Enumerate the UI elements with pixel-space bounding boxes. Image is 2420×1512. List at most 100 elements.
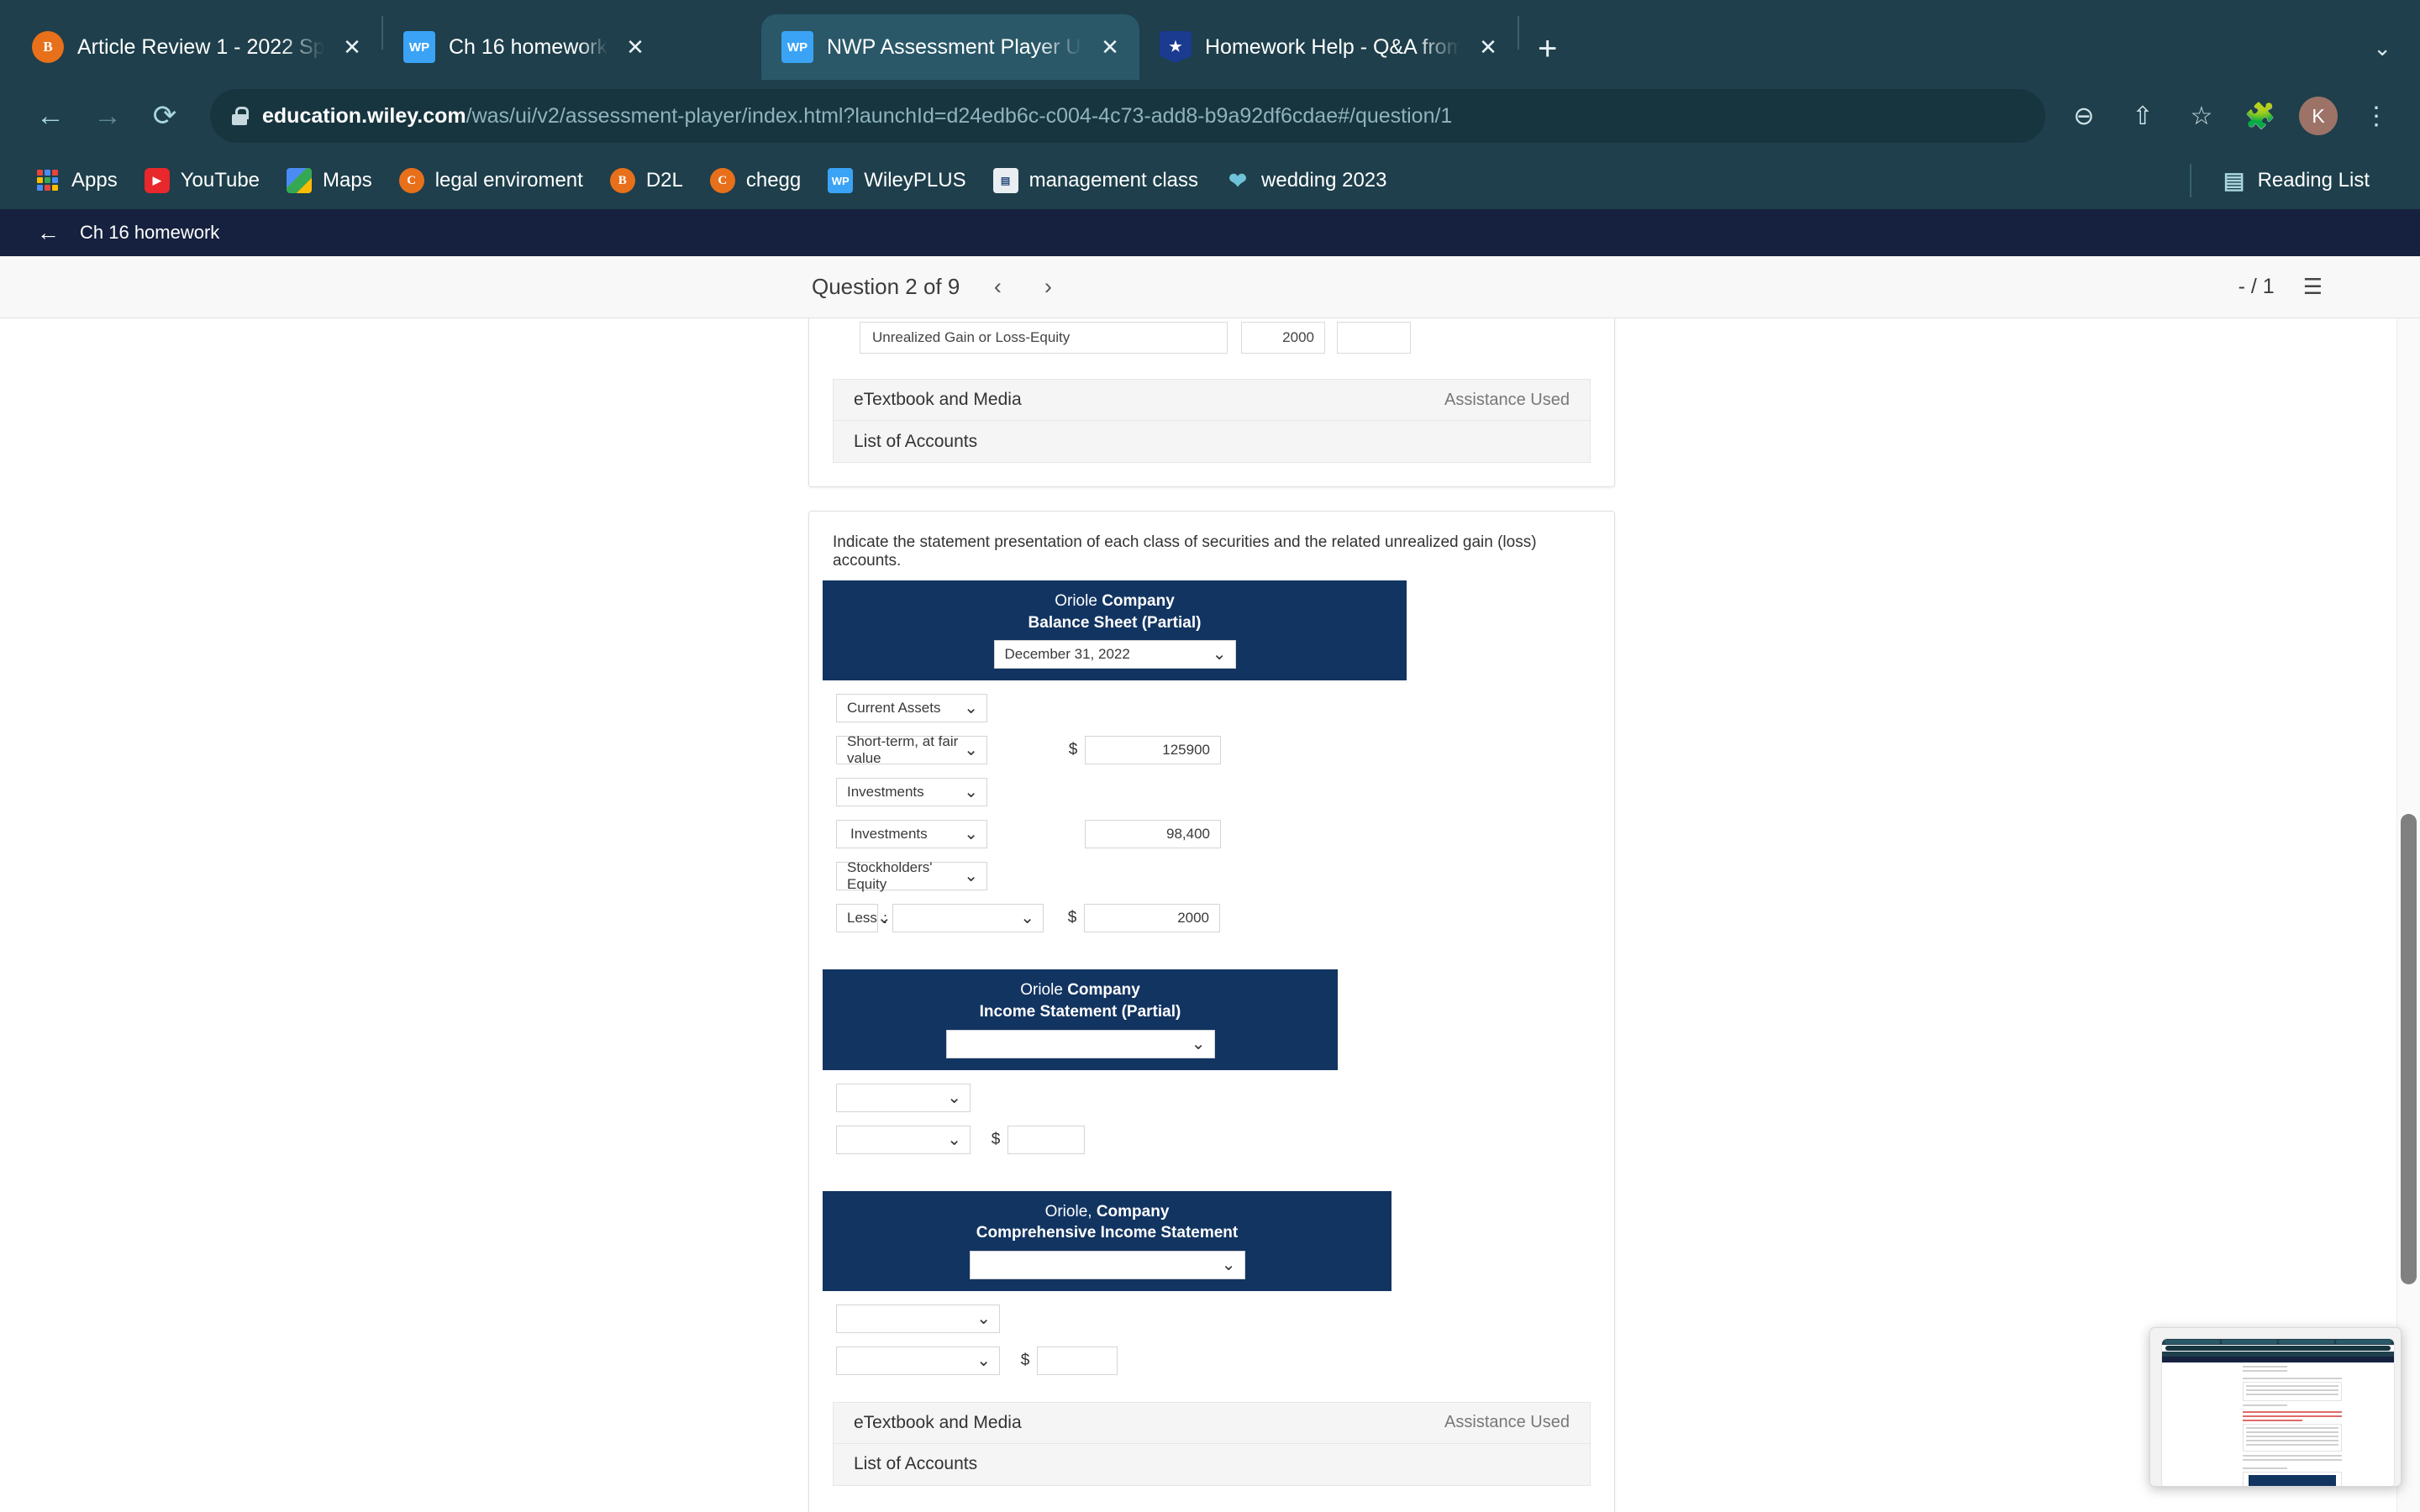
bookmark-wileyplus[interactable]: WP WileyPLUS xyxy=(814,159,979,202)
etextbook-and-media-bar[interactable]: eTextbook and Media Assistance Used xyxy=(833,379,1591,421)
bookmark-wedding-2023[interactable]: ❤ wedding 2023 xyxy=(1212,159,1400,202)
balance-sheet-date-select[interactable]: December 31, 2022 ⌄ xyxy=(993,640,1236,669)
score-display: - / 1 xyxy=(2238,275,2275,298)
comprehensive-income-header: Oriole, Company Comprehensive Income Sta… xyxy=(823,1190,1392,1291)
close-icon[interactable]: ✕ xyxy=(1474,34,1502,60)
bookmark-legal-enviroment[interactable]: C legal enviroment xyxy=(386,159,597,202)
apps-grid-icon xyxy=(35,168,60,193)
debit-cell[interactable]: 2000 xyxy=(1241,322,1325,354)
reading-list-button[interactable]: ▤ Reading List xyxy=(2208,159,2383,202)
bs-select-0[interactable]: Current Assets ⌄ xyxy=(836,694,987,723)
back-arrow-icon[interactable]: ← xyxy=(37,221,60,244)
is-select-1[interactable]: ⌄ xyxy=(836,1125,971,1154)
close-icon[interactable]: ✕ xyxy=(621,34,650,60)
etextbook-and-media-bar[interactable]: eTextbook and Media Assistance Used xyxy=(833,1401,1591,1444)
bookmark-apps[interactable]: Apps xyxy=(22,159,131,202)
comprehensive-income-date-select[interactable]: ⌄ xyxy=(969,1250,1245,1279)
question-counter: Question 2 of 9 xyxy=(812,274,960,299)
page-title: Ch 16 homework xyxy=(80,222,220,243)
bs-select-5[interactable]: ⌄ xyxy=(892,904,1044,933)
company-suffix: Company xyxy=(1102,592,1175,610)
browser-tab-1[interactable]: B Article Review 1 - 2022 Spring ✕ xyxy=(12,14,381,80)
forward-icon[interactable]: → xyxy=(81,89,134,143)
chevron-down-icon[interactable]: ⌄ xyxy=(2373,35,2391,61)
chevron-down-icon: ⌄ xyxy=(1212,645,1227,664)
account-title-cell[interactable]: Unrealized Gain or Loss-Equity xyxy=(860,322,1228,354)
new-tab-button[interactable]: + xyxy=(1519,30,1577,80)
bar-label: List of Accounts xyxy=(854,431,978,451)
list-of-accounts-bar[interactable]: List of Accounts xyxy=(833,421,1591,463)
previous-question-card: Unrealized Gain or Loss-Equity 2000 eTex… xyxy=(808,318,1615,487)
credit-cell[interactable] xyxy=(1337,322,1411,354)
company-suffix: Company xyxy=(1096,1202,1170,1221)
prev-question-icon[interactable]: ‹ xyxy=(985,274,1010,300)
next-question-icon[interactable]: › xyxy=(1035,274,1060,300)
url-domain: education.wiley.com xyxy=(262,103,466,128)
chevron-down-icon: ⌄ xyxy=(976,1309,991,1328)
is-amount-1[interactable] xyxy=(1007,1125,1085,1154)
bs-row-1: Short-term, at fair value ⌄ $ 125900 xyxy=(809,733,1614,767)
bookmarks-bar: Apps ▶ YouTube Maps C legal enviroment B… xyxy=(0,152,2420,209)
question-card: Indicate the statement presentation of e… xyxy=(808,511,1615,1512)
bookmark-label: chegg xyxy=(745,169,802,192)
bookmark-management-class[interactable]: ▤ management class xyxy=(980,159,1212,202)
income-statement-header: Oriole Company Income Statement (Partial… xyxy=(823,969,1338,1070)
screenshot-preview-thumbnail[interactable] xyxy=(2149,1327,2402,1487)
cis-row-1: ⌄ $ xyxy=(809,1346,1614,1375)
statement-title: Balance Sheet (Partial) xyxy=(1028,613,1202,632)
company-suffix: Company xyxy=(1067,981,1140,1000)
bs-select-1[interactable]: Short-term, at fair value ⌄ xyxy=(836,733,987,767)
wileyplus-icon: WP xyxy=(781,31,813,63)
extensions-puzzle-icon[interactable]: 🧩 xyxy=(2240,96,2281,136)
chevron-down-icon: ⌄ xyxy=(947,1130,961,1149)
zoom-out-icon[interactable]: ⊖ xyxy=(2064,96,2104,136)
close-icon[interactable]: ✕ xyxy=(1096,34,1124,60)
bs-amount-5[interactable]: 2000 xyxy=(1084,904,1221,933)
select-value: Stockholders' Equity xyxy=(847,859,933,893)
address-bar[interactable]: education.wiley.com/was/ui/v2/assessment… xyxy=(210,89,2045,143)
close-icon[interactable]: ✕ xyxy=(338,34,366,60)
browser-toolbar: ← → ⟳ education.wiley.com/was/ui/v2/asse… xyxy=(0,80,2420,152)
cis-amount-1[interactable] xyxy=(1037,1346,1118,1375)
is-select-0[interactable]: ⌄ xyxy=(836,1083,971,1112)
bookmark-star-icon[interactable]: ☆ xyxy=(2181,96,2222,136)
chevron-down-icon: ⌄ xyxy=(964,741,978,760)
statement-title: Income Statement (Partial) xyxy=(979,1002,1181,1021)
bs-amount-1[interactable]: 125900 xyxy=(1085,736,1221,765)
bs-select-3[interactable]: Investments ⌄ xyxy=(836,820,987,849)
question-list-icon[interactable]: ☰ xyxy=(2303,274,2323,300)
chevron-down-icon: ⌄ xyxy=(947,1088,961,1107)
company-name: Oriole, xyxy=(1044,1202,1092,1221)
chegg-icon: C xyxy=(709,168,735,193)
bookmark-d2l[interactable]: B D2L xyxy=(597,159,697,202)
bs-less-select[interactable]: Less ⌄ xyxy=(836,904,892,933)
browser-tab-4[interactable]: ★ Homework Help - Q&A from Online ✕ xyxy=(1139,14,1518,80)
chevron-down-icon: ⌄ xyxy=(1221,1255,1236,1274)
list-of-accounts-bar[interactable]: List of Accounts xyxy=(833,1443,1591,1486)
more-menu-icon[interactable]: ⋮ xyxy=(2356,96,2396,136)
wileyplus-icon: WP xyxy=(403,31,435,63)
avatar[interactable]: K xyxy=(2299,97,2338,135)
bs-select-2[interactable]: Investments ⌄ xyxy=(836,778,987,807)
income-statement-date-select[interactable]: ⌄ xyxy=(945,1029,1215,1058)
back-icon[interactable]: ← xyxy=(24,89,77,143)
assistance-used-label: Assistance Used xyxy=(1444,1413,1570,1432)
bookmark-chegg[interactable]: C chegg xyxy=(697,159,814,202)
thumb-appbar xyxy=(2162,1357,2394,1362)
scrollbar-thumb[interactable] xyxy=(2401,814,2417,1284)
cis-select-1[interactable]: ⌄ xyxy=(836,1346,1000,1375)
bookmark-maps[interactable]: Maps xyxy=(273,159,386,202)
browser-tab-2[interactable]: WP Ch 16 homework ✕ xyxy=(383,14,761,80)
reload-icon[interactable]: ⟳ xyxy=(138,89,192,143)
bs-amount-3[interactable]: 98,400 xyxy=(1085,820,1221,849)
select-value: Short-term, at fair value xyxy=(847,733,959,767)
share-icon[interactable]: ⇧ xyxy=(2123,96,2163,136)
browser-tab-3-active[interactable]: WP NWP Assessment Player UI App ✕ xyxy=(761,14,1139,80)
bookmark-youtube[interactable]: ▶ YouTube xyxy=(131,159,273,202)
app-header: ← Ch 16 homework xyxy=(0,209,2420,256)
cis-select-0[interactable]: ⌄ xyxy=(836,1304,1000,1333)
bs-select-4[interactable]: Stockholders' Equity ⌄ xyxy=(836,859,987,893)
bookmark-label: Apps xyxy=(71,169,118,192)
chevron-down-icon: ⌄ xyxy=(964,699,978,718)
bookmark-label: YouTube xyxy=(180,169,260,192)
